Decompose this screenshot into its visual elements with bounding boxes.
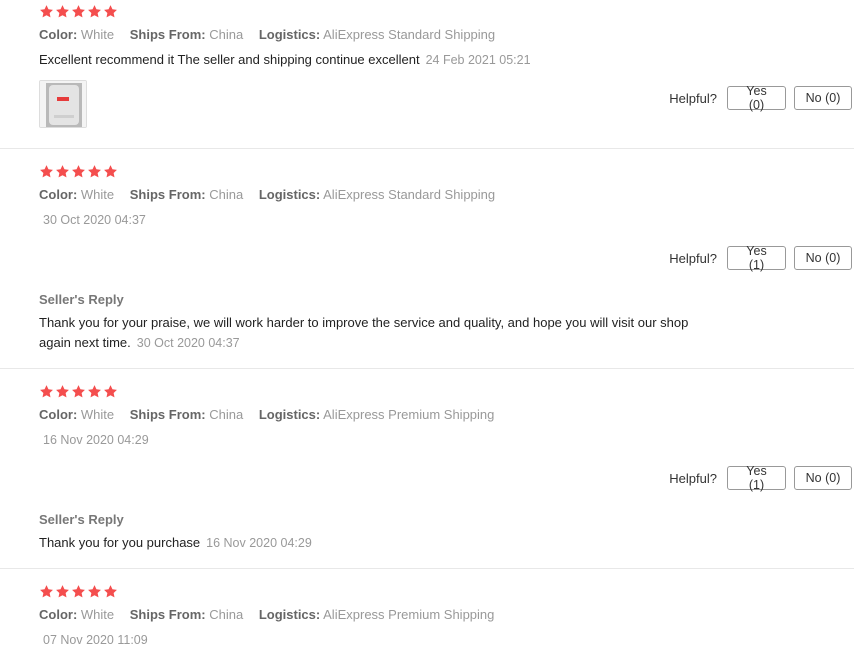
star-icon bbox=[87, 4, 102, 19]
star-icon bbox=[39, 584, 54, 599]
logistics-label: Logistics: bbox=[258, 607, 321, 622]
star-icon bbox=[87, 384, 102, 399]
star-icon bbox=[55, 4, 70, 19]
star-icon bbox=[87, 164, 102, 179]
helpful-label: Helpful? bbox=[669, 470, 717, 486]
helpful-yes-button[interactable]: Yes (0) bbox=[727, 84, 786, 112]
review-body: Excellent recommend it The seller and sh… bbox=[39, 52, 420, 67]
helpful-controls: Helpful? Yes (1) No (0) bbox=[669, 244, 852, 272]
logistics-value: AliExpress Standard Shipping bbox=[323, 27, 496, 42]
review-date: 30 Oct 2020 04:37 bbox=[43, 213, 146, 227]
seller-reply-text: Thank you for you purchase 16 Nov 2020 04… bbox=[39, 533, 739, 553]
review-text: Excellent recommend it The seller and sh… bbox=[39, 52, 531, 67]
helpful-label: Helpful? bbox=[669, 250, 717, 266]
helpful-label: Helpful? bbox=[669, 90, 717, 106]
ships-from-label: Ships From: bbox=[129, 27, 206, 42]
review-photo-thumbnail[interactable] bbox=[39, 80, 87, 128]
star-icon bbox=[39, 384, 54, 399]
review-meta: Color: White Ships From: China Logistics… bbox=[39, 27, 507, 42]
seller-reply-line-2: again next time. bbox=[39, 335, 131, 350]
ships-from-value: China bbox=[209, 27, 244, 42]
star-icon bbox=[103, 584, 118, 599]
color-label: Color: bbox=[39, 607, 78, 622]
seller-reply-title: Seller's Reply bbox=[39, 512, 124, 527]
seller-reply-date: 16 Nov 2020 04:29 bbox=[206, 536, 312, 550]
helpful-controls: Helpful? Yes (1) No (0) bbox=[669, 464, 852, 492]
helpful-yes-button[interactable]: Yes (1) bbox=[727, 244, 786, 272]
review-date: 16 Nov 2020 04:29 bbox=[43, 433, 149, 447]
star-icon bbox=[71, 584, 86, 599]
logistics-label: Logistics: bbox=[258, 407, 321, 422]
seller-reply-title: Seller's Reply bbox=[39, 292, 124, 307]
logistics-label: Logistics: bbox=[258, 187, 321, 202]
ships-from-value: China bbox=[209, 187, 244, 202]
helpful-no-button[interactable]: No (0) bbox=[794, 246, 852, 270]
helpful-no-button[interactable]: No (0) bbox=[794, 86, 852, 110]
star-icon bbox=[71, 384, 86, 399]
star-icon bbox=[87, 584, 102, 599]
ships-from-value: China bbox=[209, 607, 244, 622]
ships-from-label: Ships From: bbox=[129, 187, 206, 202]
star-icon bbox=[103, 164, 118, 179]
star-icon bbox=[55, 384, 70, 399]
review-meta: Color: White Ships From: China Logistics… bbox=[39, 407, 506, 422]
star-icon bbox=[71, 164, 86, 179]
seller-reply-line-1: Thank you for your praise, we will work … bbox=[39, 315, 689, 330]
review-meta: Color: White Ships From: China Logistics… bbox=[39, 187, 507, 202]
logistics-label: Logistics: bbox=[258, 27, 321, 42]
review-text: 07 Nov 2020 11:09 bbox=[39, 632, 148, 647]
star-rating bbox=[39, 384, 118, 400]
review-date: 07 Nov 2020 11:09 bbox=[43, 633, 148, 647]
review-divider bbox=[0, 568, 854, 569]
logistics-value: AliExpress Premium Shipping bbox=[323, 607, 495, 622]
star-icon bbox=[39, 164, 54, 179]
review-divider bbox=[0, 148, 854, 149]
star-rating bbox=[39, 4, 118, 20]
color-value: White bbox=[80, 607, 115, 622]
helpful-no-button[interactable]: No (0) bbox=[794, 466, 852, 490]
color-value: White bbox=[80, 187, 115, 202]
product-photo-icon bbox=[40, 81, 86, 127]
logistics-value: AliExpress Premium Shipping bbox=[323, 407, 495, 422]
color-label: Color: bbox=[39, 187, 78, 202]
star-icon bbox=[55, 584, 70, 599]
color-value: White bbox=[80, 407, 115, 422]
color-label: Color: bbox=[39, 27, 78, 42]
ships-from-value: China bbox=[209, 407, 244, 422]
ships-from-label: Ships From: bbox=[129, 607, 206, 622]
star-icon bbox=[39, 4, 54, 19]
review-divider bbox=[0, 368, 854, 369]
star-icon bbox=[103, 384, 118, 399]
helpful-controls: Helpful? Yes (0) No (0) bbox=[669, 84, 852, 112]
helpful-yes-button[interactable]: Yes (1) bbox=[727, 464, 786, 492]
seller-reply-text: Thank you for your praise, we will work … bbox=[39, 313, 739, 353]
star-rating bbox=[39, 164, 118, 180]
ships-from-label: Ships From: bbox=[129, 407, 206, 422]
star-icon bbox=[103, 4, 118, 19]
seller-reply-body: Thank you for you purchase bbox=[39, 535, 201, 550]
logistics-value: AliExpress Standard Shipping bbox=[323, 187, 496, 202]
seller-reply-date: 30 Oct 2020 04:37 bbox=[136, 336, 240, 350]
review-text: 30 Oct 2020 04:37 bbox=[39, 212, 146, 227]
color-label: Color: bbox=[39, 407, 78, 422]
review-date: 24 Feb 2021 05:21 bbox=[425, 53, 531, 67]
star-icon bbox=[71, 4, 86, 19]
color-value: White bbox=[80, 27, 115, 42]
star-rating bbox=[39, 584, 118, 600]
review-text: 16 Nov 2020 04:29 bbox=[39, 432, 149, 447]
star-icon bbox=[55, 164, 70, 179]
review-meta: Color: White Ships From: China Logistics… bbox=[39, 607, 506, 622]
